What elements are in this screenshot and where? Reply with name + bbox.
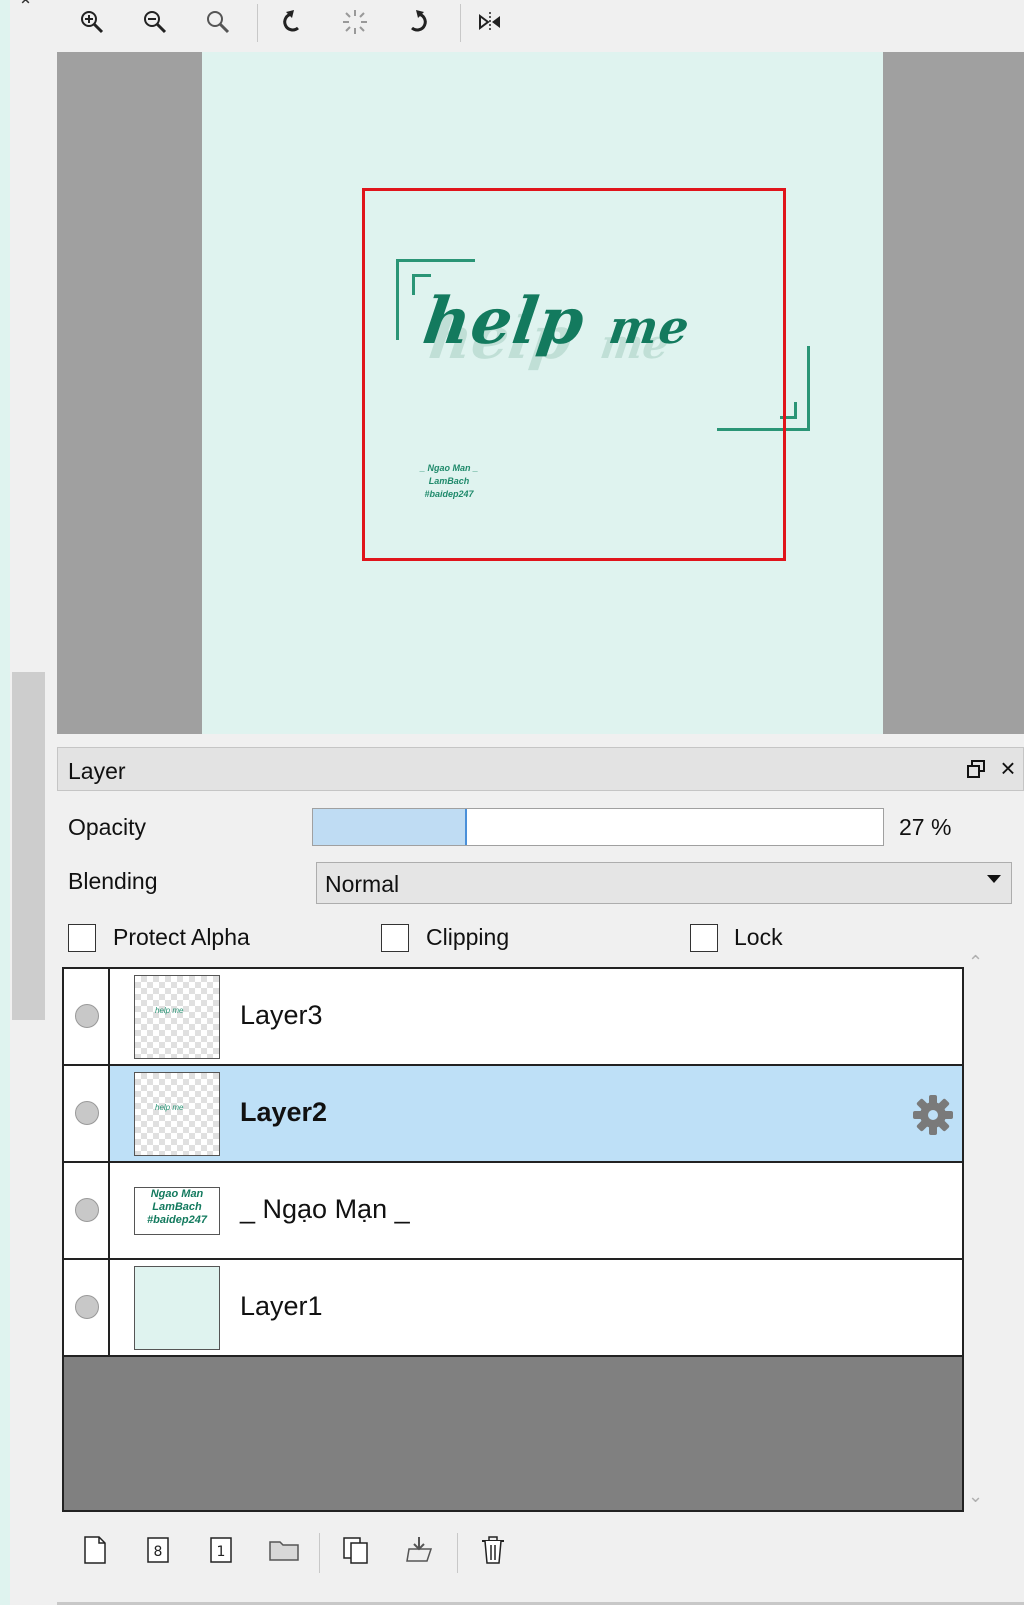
- thumb-text: help me: [155, 1006, 184, 1015]
- new-1bit-layer-icon[interactable]: 1: [198, 1527, 244, 1573]
- lock-checkbox[interactable]: [690, 924, 718, 952]
- blending-value: Normal: [325, 871, 400, 897]
- view-toolbar: [57, 0, 1024, 52]
- layer-thumbnail: help me: [134, 1072, 220, 1156]
- visibility-dot-icon: [75, 1101, 99, 1125]
- visibility-dot-icon: [75, 1295, 99, 1319]
- layer-toolbar: 8 1: [57, 1527, 1024, 1579]
- visibility-dot-icon: [75, 1004, 99, 1028]
- opacity-label: Opacity: [68, 814, 146, 840]
- panel-title-bar[interactable]: Layer ×: [57, 747, 1024, 791]
- zoom-in-icon[interactable]: [72, 4, 112, 40]
- layer-name: Layer3: [240, 1000, 323, 1030]
- blending-select[interactable]: Normal: [316, 862, 1012, 904]
- layer-list: help me Layer3 help me Layer2 Ngao Man L…: [62, 967, 964, 1512]
- flip-horizontal-icon[interactable]: [470, 4, 510, 40]
- collapse-icon[interactable]: ⌃: [18, 0, 33, 17]
- merge-down-icon[interactable]: [396, 1527, 442, 1573]
- layer-row[interactable]: Layer1: [64, 1260, 962, 1357]
- chevron-down-icon: [987, 875, 1001, 883]
- clipping-label: Clipping: [426, 924, 510, 950]
- layer-name-cell[interactable]: help me Layer3: [110, 969, 962, 1064]
- gear-icon[interactable]: [910, 1092, 956, 1138]
- zoom-out-icon[interactable]: [135, 4, 175, 40]
- toolbar-separator: [460, 4, 461, 42]
- layer-row[interactable]: help me Layer3: [64, 969, 962, 1066]
- clipping-checkbox[interactable]: [381, 924, 409, 952]
- layer-thumbnail: [134, 1266, 220, 1350]
- thumb-text-line-1: Ngao Man: [150, 1188, 204, 1200]
- scroll-down-icon[interactable]: ⌄: [968, 1486, 983, 1507]
- opacity-slider[interactable]: [312, 808, 884, 846]
- toolbar-separator: [457, 1533, 458, 1573]
- visibility-dot-icon: [75, 1198, 99, 1222]
- duplicate-layer-icon[interactable]: [333, 1527, 379, 1573]
- left-scrollbar-thumb[interactable]: [12, 672, 45, 1020]
- rotate-left-icon[interactable]: [272, 4, 312, 40]
- new-folder-icon[interactable]: [261, 1527, 307, 1573]
- close-icon[interactable]: ×: [995, 755, 1021, 781]
- delete-layer-icon[interactable]: [470, 1527, 516, 1573]
- new-8bit-layer-icon[interactable]: 8: [135, 1527, 181, 1573]
- layer-thumbnail: Ngao Man LamBach #baidep247: [134, 1187, 220, 1235]
- selection-rectangle[interactable]: [362, 188, 786, 561]
- rotate-right-icon[interactable]: [398, 4, 438, 40]
- new-layer-icon[interactable]: [72, 1527, 118, 1573]
- layer-name: Layer1: [240, 1291, 323, 1321]
- visibility-toggle[interactable]: [64, 1163, 110, 1258]
- visibility-toggle[interactable]: [64, 1066, 110, 1161]
- thumb-text-line-3: #baidep247: [147, 1214, 207, 1226]
- lock-label: Lock: [734, 924, 783, 950]
- opacity-value: 27 %: [899, 814, 952, 840]
- layer-panel: Layer × Opacity 27 % Blending Normal Pro…: [57, 747, 1024, 1605]
- panel-title: Layer: [68, 758, 126, 784]
- layer-name: Layer2: [240, 1097, 328, 1127]
- opacity-slider-fill: [313, 809, 467, 845]
- layer-name-cell[interactable]: Ngao Man LamBach #baidep247 _ Ngạo Mạn _: [110, 1163, 962, 1258]
- left-edge: [0, 0, 10, 1605]
- svg-text:8: 8: [154, 1544, 163, 1560]
- rotate-reset-icon[interactable]: [335, 4, 375, 40]
- zoom-reset-icon[interactable]: [198, 4, 238, 40]
- layer-row-selected[interactable]: help me Layer2: [64, 1066, 962, 1163]
- visibility-toggle[interactable]: [64, 969, 110, 1064]
- toolbar-separator: [319, 1533, 320, 1573]
- thumb-text: help me: [155, 1103, 184, 1112]
- protect-alpha-label: Protect Alpha: [113, 924, 250, 950]
- blending-label: Blending: [68, 868, 158, 894]
- svg-text:1: 1: [217, 1544, 226, 1560]
- visibility-toggle[interactable]: [64, 1260, 110, 1355]
- layer-name-cell[interactable]: help me Layer2: [110, 1066, 962, 1161]
- thumb-text-line-2: LamBach: [152, 1201, 202, 1213]
- toolbar-separator: [257, 4, 258, 42]
- float-panel-icon[interactable]: [965, 758, 987, 780]
- layer-name: _ Ngạo Mạn _: [240, 1194, 410, 1224]
- layer-thumbnail: help me: [134, 975, 220, 1059]
- canvas-area[interactable]: help me help me _ Ngao Man _ LamBach #baid…: [57, 52, 1024, 734]
- layer-name-cell[interactable]: Layer1: [110, 1260, 962, 1355]
- protect-alpha-checkbox[interactable]: [68, 924, 96, 952]
- document-canvas[interactable]: help me help me _ Ngao Man _ LamBach #baid…: [202, 52, 883, 734]
- layer-row[interactable]: Ngao Man LamBach #baidep247 _ Ngạo Mạn _: [64, 1163, 962, 1260]
- scroll-up-icon[interactable]: ⌃: [968, 952, 983, 973]
